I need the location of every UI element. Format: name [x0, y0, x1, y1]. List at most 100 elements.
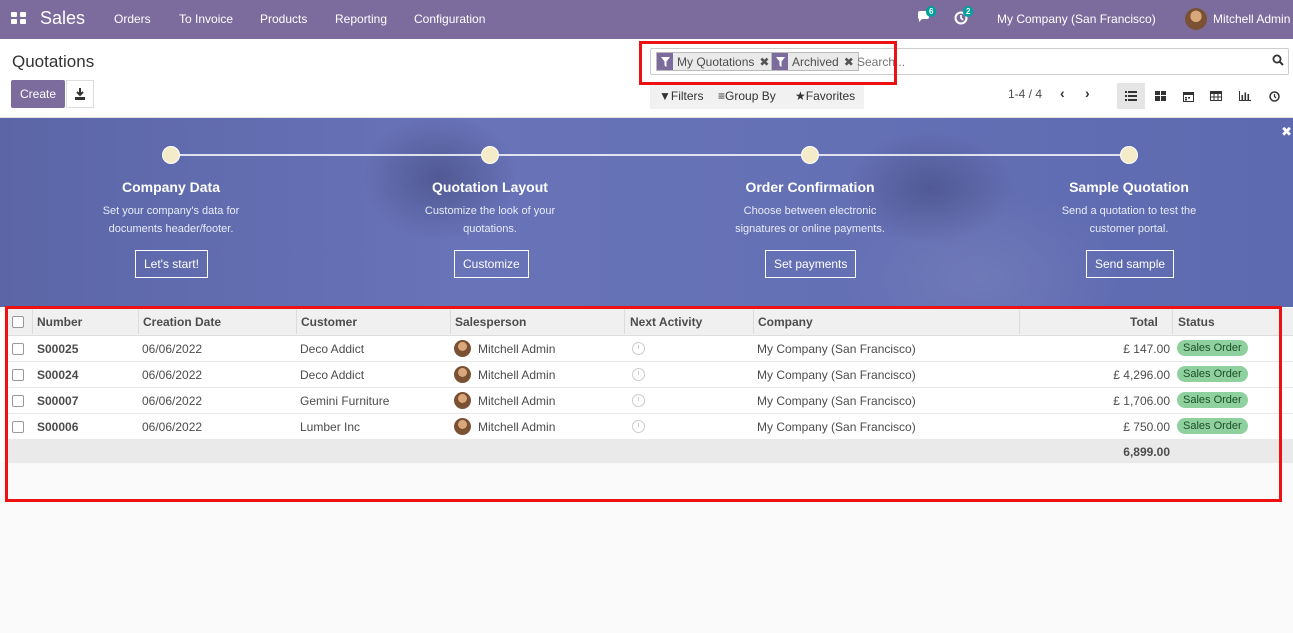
activities-icon[interactable]: 2 [954, 6, 974, 27]
table-row[interactable]: S00007 06/06/2022 Gemini Furniture Mitch… [8, 388, 1293, 414]
table-row[interactable]: S00025 06/06/2022 Deco Addict Mitchell A… [8, 336, 1293, 362]
company-switcher[interactable]: My Company (San Francisco) [997, 12, 1156, 26]
cell-creation-date: 06/06/2022 [142, 420, 203, 434]
step-description: Send a quotation to test the [1061, 205, 1197, 217]
row-checkbox[interactable] [12, 421, 24, 433]
groupby-dropdown[interactable]: ≡Group By [718, 89, 776, 103]
cell-number: S00025 [37, 342, 79, 356]
page-title: Quotations [12, 52, 95, 71]
step-dot [801, 146, 819, 164]
graph-view-button[interactable] [1231, 83, 1259, 109]
cell-total: £ 750.00 [1123, 420, 1170, 434]
calendar-view-button[interactable] [1174, 83, 1202, 109]
favorites-dropdown[interactable]: ★Favorites [795, 89, 855, 103]
column-separator [296, 310, 297, 334]
row-checkbox[interactable] [12, 343, 24, 355]
column-separator [1019, 310, 1020, 334]
menu-products[interactable]: Products [260, 12, 307, 26]
activity-view-button[interactable] [1260, 83, 1288, 109]
column-company[interactable]: Company [758, 315, 813, 329]
menu-reporting[interactable]: Reporting [335, 12, 387, 26]
status-badge: Sales Order [1177, 418, 1248, 434]
messages-badge: 6 [926, 6, 937, 17]
step-dot [1120, 146, 1138, 164]
column-total[interactable]: Total [1130, 315, 1158, 329]
facet-archived[interactable]: Archived ✖ [771, 52, 859, 71]
favorites-label: Favorites [805, 89, 856, 103]
column-separator [450, 310, 451, 334]
lets-start-button[interactable]: Let's start! [135, 250, 208, 278]
filters-dropdown[interactable]: ▼Filters [659, 89, 704, 103]
activity-clock-icon[interactable] [632, 420, 645, 433]
list-icon [1125, 91, 1137, 101]
apps-menu-icon[interactable] [11, 12, 26, 25]
select-all-checkbox[interactable] [12, 316, 24, 328]
column-separator [138, 310, 139, 334]
step-dot [481, 146, 499, 164]
facet-my-quotations[interactable]: My Quotations ✖ [656, 52, 775, 71]
messages-icon[interactable]: 6 [917, 6, 937, 27]
filter-icon [657, 53, 673, 70]
salesperson-avatar [454, 392, 471, 409]
column-salesperson[interactable]: Salesperson [455, 315, 526, 329]
clock-icon [1268, 90, 1280, 102]
search-input[interactable] [857, 55, 1257, 69]
menu-orders[interactable]: Orders [114, 12, 151, 26]
step-dot [162, 146, 180, 164]
step-description: Customize the look of your [424, 205, 556, 217]
activity-clock-icon[interactable] [632, 368, 645, 381]
menu-to-invoice[interactable]: To Invoice [179, 12, 233, 26]
step-description: customer portal. [1089, 223, 1169, 235]
status-badge: Sales Order [1177, 366, 1248, 382]
column-next-activity[interactable]: Next Activity [630, 315, 702, 329]
bars-icon: ≡ [718, 89, 726, 103]
cell-customer: Deco Addict [300, 368, 365, 382]
set-payments-button[interactable]: Set payments [765, 250, 857, 278]
list-empty-area [0, 463, 1293, 633]
pager-previous-icon[interactable]: ‹ [1060, 85, 1065, 101]
user-avatar[interactable] [1185, 8, 1207, 30]
list-view-button[interactable] [1117, 83, 1145, 109]
create-button[interactable]: Create [11, 80, 65, 108]
search-box[interactable]: My Quotations ✖ Archived ✖ [650, 48, 1289, 75]
top-navbar: Sales Orders To Invoice Products Reporti… [0, 0, 1293, 39]
cell-company: My Company (San Francisco) [757, 420, 916, 434]
step-description: documents header/footer. [108, 223, 234, 235]
column-number[interactable]: Number [37, 315, 82, 329]
menu-configuration[interactable]: Configuration [414, 12, 485, 26]
row-checkbox[interactable] [12, 395, 24, 407]
download-icon [75, 88, 85, 100]
close-icon[interactable]: ✖ [1281, 124, 1292, 140]
row-checkbox[interactable] [12, 369, 24, 381]
table-row[interactable]: S00006 06/06/2022 Lumber Inc Mitchell Ad… [8, 414, 1293, 440]
onboarding-progress-line [171, 154, 1129, 156]
activity-clock-icon[interactable] [632, 394, 645, 407]
kanban-view-button[interactable] [1146, 83, 1174, 109]
facet-remove-icon[interactable]: ✖ [844, 55, 854, 69]
pivot-view-button[interactable] [1202, 83, 1230, 109]
activities-badge: 2 [963, 6, 974, 17]
cell-company: My Company (San Francisco) [757, 342, 916, 356]
column-creation-date[interactable]: Creation Date [143, 315, 221, 329]
send-sample-button[interactable]: Send sample [1086, 250, 1175, 278]
user-menu[interactable]: Mitchell Admin [1213, 12, 1290, 26]
column-status[interactable]: Status [1178, 315, 1215, 329]
table-row[interactable]: S00024 06/06/2022 Deco Addict Mitchell A… [8, 362, 1293, 388]
column-separator [624, 310, 625, 334]
column-customer[interactable]: Customer [301, 315, 357, 329]
cell-creation-date: 06/06/2022 [142, 394, 203, 408]
cell-number: S00024 [37, 368, 79, 382]
facet-remove-icon[interactable]: ✖ [759, 55, 769, 69]
onboarding-banner: ✖ Company Data Set your company's data f… [0, 118, 1293, 307]
app-brand[interactable]: Sales [40, 8, 85, 29]
activity-clock-icon[interactable] [632, 342, 645, 355]
salesperson-avatar [454, 340, 471, 357]
pager-next-icon[interactable]: › [1085, 85, 1090, 101]
cell-salesperson: Mitchell Admin [478, 420, 556, 434]
sum-total: 6,899.00 [1123, 445, 1170, 459]
pager-value[interactable]: 1-4 / 4 [1008, 87, 1042, 101]
cell-creation-date: 06/06/2022 [142, 342, 203, 356]
customize-button[interactable]: Customize [454, 250, 529, 278]
download-button[interactable] [66, 80, 94, 108]
search-icon[interactable] [1272, 54, 1284, 69]
